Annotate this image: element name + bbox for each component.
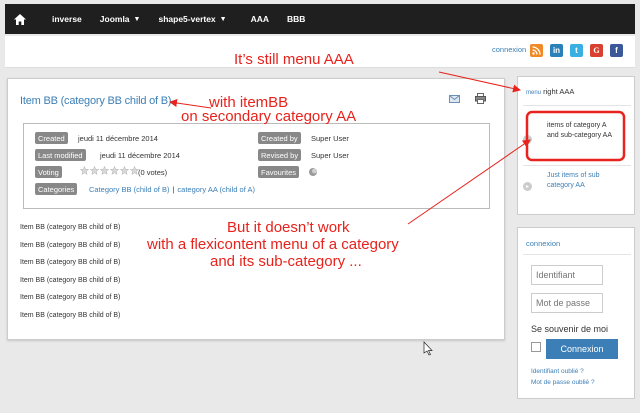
nav-label: inverse [52, 14, 82, 24]
connexion-link[interactable]: connexion [492, 45, 526, 54]
twitter-icon[interactable]: t [570, 44, 583, 57]
username-field[interactable] [531, 265, 603, 285]
home-icon[interactable] [5, 4, 35, 34]
linkedin-icon[interactable]: in [550, 44, 563, 57]
login-title: connexion [526, 239, 561, 248]
created-by-label: Created by [258, 132, 301, 144]
googleplus-icon[interactable]: G [590, 44, 603, 57]
nav-label: shape5-vertex [158, 14, 216, 24]
divider [523, 165, 631, 166]
rating-stars[interactable] [80, 166, 139, 175]
nav-item-inverse[interactable]: inverse [43, 4, 91, 34]
forgot-password-link[interactable]: Mot de passe oublié ? [531, 379, 595, 386]
side-menu-title: menu right AAA [526, 87, 574, 96]
modified-label: Last modified [35, 149, 86, 161]
remember-me-checkbox[interactable] [531, 342, 541, 352]
annotation-problem-1: But it doesn’t work [227, 219, 350, 236]
item-list: Item BB (category BB child of B) Item BB… [20, 224, 120, 329]
categories-label: Categories [35, 183, 78, 195]
revised-by-label: Revised by [258, 149, 302, 161]
nav-label: BBB [287, 14, 306, 24]
top-navigation-bar: inverse Joomla ▼ shape5-vertex ▼ AAA BBB [5, 4, 635, 34]
side-menu-title-prefix: menu [526, 90, 542, 96]
star-icon[interactable] [110, 166, 119, 175]
favourites-label: Favourites [258, 166, 300, 178]
side-menu-panel: menu right AAA ▸ items of category A and… [517, 76, 635, 215]
category-link-aa[interactable]: category AA (child of A) [177, 185, 255, 194]
nav-label: Joomla [99, 14, 130, 24]
facebook-icon[interactable]: f [610, 44, 623, 57]
annotation-problem-3: and its sub-category ... [210, 253, 362, 270]
created-label: Created [35, 132, 68, 144]
star-icon[interactable] [120, 166, 129, 175]
print-icon[interactable] [475, 93, 486, 104]
article-title[interactable]: Item BB (category BB child of B) [20, 95, 172, 107]
password-field[interactable] [531, 293, 603, 313]
annotation-item-note-2: on secondary category AA [181, 108, 357, 125]
nav-item-shape5-vertex[interactable]: shape5-vertex ▼ [149, 4, 235, 34]
menu-item-category-a-aa[interactable]: items of category A and sub-category AA [547, 121, 619, 141]
favourite-icon[interactable] [308, 167, 319, 177]
chevron-right-icon: ▸ [523, 135, 532, 144]
categories-value: Category BB (child of B) | category AA (… [89, 183, 255, 195]
article-info-box: Created jeudi 11 décembre 2014 Created b… [23, 123, 490, 209]
modified-value: jeudi 11 décembre 2014 [100, 150, 180, 160]
chevron-down-icon: ▼ [133, 15, 141, 23]
category-separator: | [172, 184, 175, 194]
rss-icon[interactable] [530, 44, 543, 57]
nav-item-joomla[interactable]: Joomla ▼ [91, 4, 150, 34]
annotation-menu-note: It’s still menu AAA [234, 51, 354, 68]
side-menu-title-text: right AAA [543, 87, 575, 96]
list-item: Item BB (category BB child of B) [20, 259, 121, 266]
star-icon[interactable] [100, 166, 109, 175]
revised-by-value: Super User [311, 150, 349, 160]
created-value: jeudi 11 décembre 2014 [78, 133, 158, 143]
star-icon[interactable] [80, 166, 89, 175]
chevron-right-icon: ▸ [523, 182, 532, 191]
list-item: Item BB (category BB child of B) [20, 294, 121, 301]
list-item: Item BB (category BB child of B) [20, 311, 121, 319]
nav-item-bbb[interactable]: BBB [278, 4, 314, 34]
divider [523, 254, 631, 255]
mouse-cursor-icon [423, 341, 433, 356]
login-panel: connexion Se souvenir de moi Connexion I… [517, 227, 635, 399]
voting-label: Voting [35, 166, 62, 178]
email-icon[interactable] [449, 95, 460, 103]
list-item: Item BB (category BB child of B) [20, 224, 121, 231]
divider [523, 105, 631, 106]
chevron-down-icon: ▼ [219, 15, 227, 23]
list-item: Item BB (category BB child of B) [20, 241, 121, 249]
annotation-problem-2: with a flexicontent menu of a category [147, 236, 399, 253]
star-icon[interactable] [90, 166, 99, 175]
votes-count: (0 votes) [138, 167, 168, 177]
category-link-bb[interactable]: Category BB (child of B) [89, 185, 169, 194]
nav-label: AAA [250, 14, 270, 24]
login-button[interactable]: Connexion [546, 339, 618, 359]
list-item: Item BB (category BB child of B) [20, 276, 121, 284]
created-by-value: Super User [311, 133, 349, 143]
nav-item-aaa[interactable]: AAA [242, 4, 278, 34]
forgot-username-link[interactable]: Identifiant oublié ? [531, 368, 584, 375]
remember-me-label: Se souvenir de moi [531, 324, 609, 334]
menu-item-subcategory-aa[interactable]: Just items of sub category AA [547, 171, 619, 191]
